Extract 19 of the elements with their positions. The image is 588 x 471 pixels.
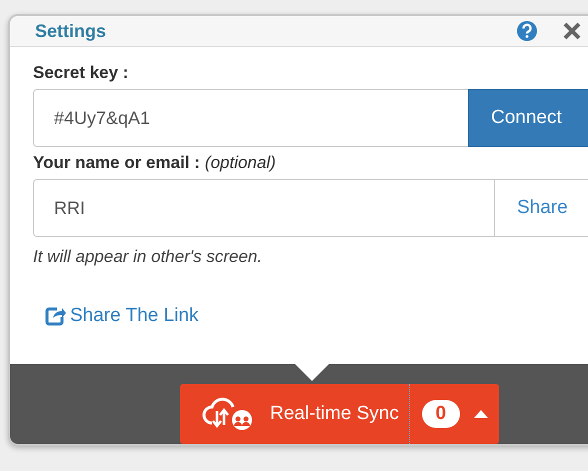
share-icon [45,306,66,326]
sync-button[interactable]: Real-time Sync [180,384,409,444]
optional-note: (optional) [204,153,276,173]
name-field[interactable]: RRI [33,179,494,237]
window-title: Settings [35,20,108,42]
pointer-icon [295,364,329,381]
secret-key-field[interactable]: #4Uy7&qA1 [33,89,468,147]
count-badge: 0 [422,400,460,428]
field-label: Secret key : [33,63,130,83]
users-dropdown[interactable]: 0 [408,384,499,444]
help-icon[interactable] [516,20,538,42]
close-icon[interactable] [562,21,582,41]
connect-button[interactable]: Connect [468,89,588,147]
cloud-users-icon [202,397,254,431]
share-link[interactable]: Share The Link [45,305,199,327]
field-label: Your name or email : [33,153,200,173]
hint-text: It will appear in other's screen. [33,247,264,267]
caret-icon [474,410,488,418]
share-button[interactable]: Share [494,179,588,237]
